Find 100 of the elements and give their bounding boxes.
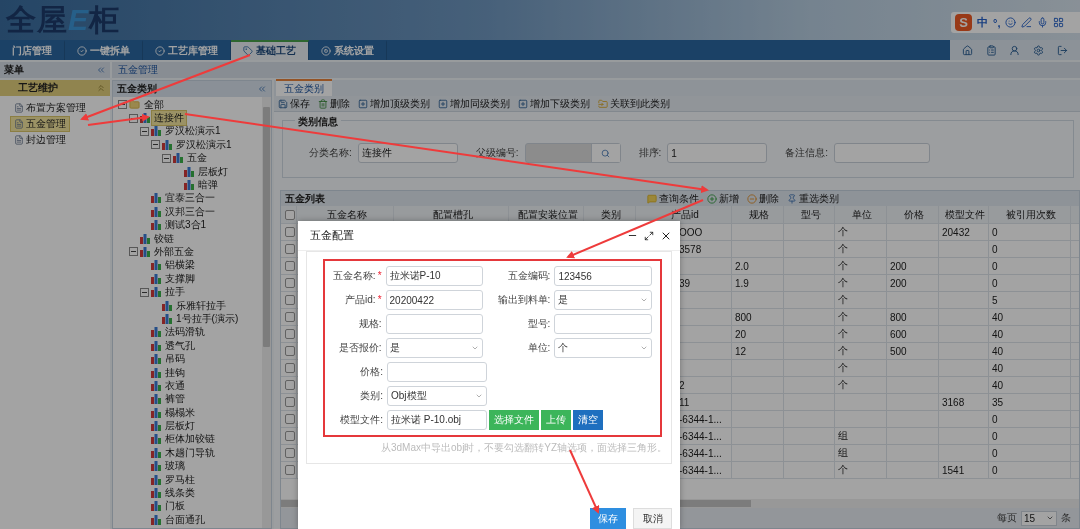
textarea-field[interactable] [834,143,931,163]
tree-item[interactable]: 罗汉松演示1 [174,137,234,152]
tree-item[interactable]: 连接件 [152,111,186,126]
tree-item[interactable]: 外部五金 [152,245,196,259]
pen-icon[interactable] [1021,17,1033,28]
clipboard-icon[interactable] [985,44,997,56]
tree-item[interactable]: 玻璃 [163,459,187,474]
file-button[interactable]: 清空 [573,410,603,430]
checkbox[interactable] [285,261,295,271]
tree-item[interactable]: 衣通 [163,378,187,393]
grid-icon[interactable] [1053,17,1065,28]
column-header[interactable]: 规格 [732,206,784,223]
nav-tab[interactable]: 基础工艺 [231,40,309,60]
text-field[interactable] [554,314,652,334]
column-header[interactable]: 价格 [887,206,939,223]
text-field[interactable]: 20200422 [385,290,484,310]
checkbox[interactable] [285,414,295,424]
tree-item[interactable]: 线条类 [163,486,197,501]
collapse-icon[interactable] [162,153,171,163]
tree-item[interactable]: 裤管 [163,392,187,407]
file-field[interactable]: 拉米诺 P-10.obj [387,410,487,430]
checkbox[interactable] [285,465,295,475]
tree-item[interactable]: 木趟门导轨 [163,445,217,460]
checkbox[interactable] [285,329,295,339]
checkbox[interactable] [285,209,295,220]
tree-item[interactable]: 宜泰三合一 [163,191,217,206]
tree-item[interactable]: 层板灯 [196,164,230,179]
checkbox[interactable] [285,380,295,390]
settings-icon[interactable] [1033,44,1045,56]
maximize-icon[interactable] [644,230,654,241]
menu-section[interactable]: 工艺维护 [0,80,110,96]
tree-item[interactable]: 吊码 [163,352,187,367]
microphone-icon[interactable] [1037,17,1049,28]
tree-item[interactable]: 罗汉松演示1 [163,124,223,139]
page-size-select[interactable]: 15 [1021,510,1057,526]
checkbox[interactable] [285,431,295,441]
tree-item[interactable]: 罗马柱 [163,472,197,487]
home-icon[interactable] [962,44,974,56]
checkbox[interactable] [285,346,295,356]
text-field[interactable]: 123456 [554,266,652,286]
tree-item[interactable]: 挂钩 [163,365,187,380]
collapse-icon[interactable] [129,247,138,257]
select-field[interactable]: 个 [554,338,652,358]
text-field[interactable]: 连接件 [357,143,458,163]
cancel-button[interactable]: 取消 [633,508,672,529]
checkbox[interactable] [285,397,295,407]
tree-item[interactable]: 1号拉手(演示) [174,311,241,326]
toolbar-button[interactable]: 增加下级类别 [518,96,590,111]
tree-item[interactable]: 台面通孔 [163,512,207,527]
tree-item[interactable]: 法码滑轨 [163,325,207,340]
column-header[interactable]: 单位 [835,206,887,223]
checkbox[interactable] [285,278,295,288]
smiley-icon[interactable] [1005,17,1017,28]
nav-tab[interactable]: 门店管理 [0,40,65,60]
collapse-icon[interactable] [118,100,127,110]
text-field[interactable]: 1 [667,143,768,163]
tree-item[interactable]: 乐雅轩拉手 [174,298,228,313]
column-header[interactable]: 被引用次数 [989,206,1071,223]
toolbar-button[interactable]: 关联到此类别 [598,96,670,111]
logout-icon[interactable] [1056,44,1068,56]
menu-item[interactable]: 五金管理 [10,116,70,132]
toolbar-button[interactable]: 增加顶级类别 [358,96,430,111]
tree-item[interactable]: 五金 [185,151,209,166]
tree-item[interactable]: 铝横梁 [163,258,197,273]
grid-action[interactable]: 删除 [747,191,779,206]
checkbox[interactable] [285,227,295,237]
text-field[interactable]: 拉米诺P-10 [385,266,484,286]
tree-item[interactable]: 测试3合1 [163,218,209,233]
ime-punctuation[interactable]: °, [993,16,1001,29]
tree-item[interactable]: 支撑脚 [163,271,197,286]
select-field[interactable]: 是 [385,338,484,358]
tree-item[interactable]: 暗弹 [196,178,220,193]
nav-tab[interactable]: 系统设置 [309,40,387,60]
text-field[interactable] [385,314,484,334]
toolbar-button[interactable]: 增加同级类别 [438,96,510,111]
checkbox[interactable] [285,244,295,254]
ime-mode[interactable]: 中 [977,15,988,30]
toolbar-button[interactable]: 删除 [318,96,350,111]
column-header[interactable]: 模型文件 [939,206,989,223]
tree-item[interactable]: 柜体加铰链 [163,432,217,447]
column-header[interactable]: 型号 [784,206,835,223]
tree-item[interactable]: 全部 [142,97,166,112]
text-field[interactable] [387,362,487,382]
checkbox[interactable] [285,312,295,322]
tree-item[interactable]: 榻榻米 [163,405,197,420]
menu-item[interactable]: 封边管理 [10,132,70,148]
select-field[interactable]: Obj模型 [387,386,487,406]
scrollbar[interactable] [262,97,271,528]
collapse-icon[interactable] [140,287,149,297]
content-tab[interactable]: 五金类别 [276,79,332,96]
tree-item[interactable]: 透气孔 [163,338,197,353]
nav-tab[interactable]: 一键拆单 [65,40,143,60]
tree-item[interactable]: 拉手 [163,285,187,300]
collapse-icon[interactable] [140,126,149,136]
grid-action[interactable]: 查询条件 [647,191,699,206]
tree-item[interactable]: 铰链 [152,231,176,246]
select-field[interactable]: 是 [554,290,652,310]
collapse-icon[interactable] [129,113,138,123]
collapse-icon[interactable] [151,140,160,150]
grid-action[interactable]: 新增 [707,191,739,206]
